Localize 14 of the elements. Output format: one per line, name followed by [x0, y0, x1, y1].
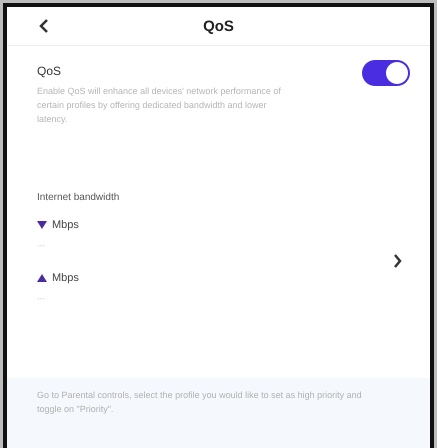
speed-value: ---: [37, 294, 46, 303]
chevron-icon[interactable]: [393, 254, 402, 268]
down-triangle-icon: [37, 221, 47, 229]
back-icon[interactable]: [39, 19, 49, 33]
section-heading: Internet bandwidth: [37, 192, 120, 203]
setting-description: Enable QoS will enhance all devices' network performance of certain profiles by offering dedicated bandwidth and lower latency.: [37, 85, 282, 126]
unit-label: Mbps: [52, 272, 79, 284]
page-title: QoS: [203, 18, 234, 34]
unit-label: Mbps: [52, 219, 79, 231]
speed-value: ---: [37, 241, 46, 250]
toggle-switch[interactable]: [362, 60, 410, 86]
footer-note: Go to Parental controls, select the profile you would like to set as high priority and toggle on "Priority".: [37, 389, 363, 416]
up-triangle-icon: [37, 274, 47, 282]
setting-label: QoS: [37, 64, 62, 78]
